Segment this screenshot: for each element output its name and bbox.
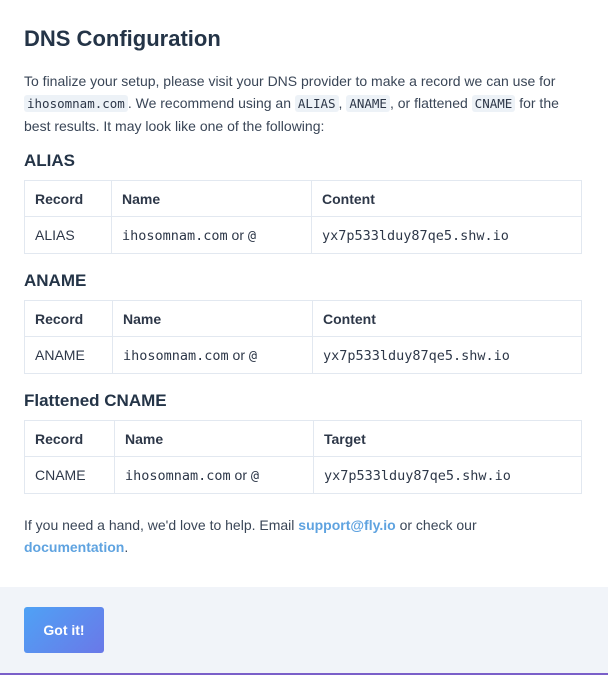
or-text: or [228,346,249,363]
column-header-target: Target [313,420,582,457]
aname-heading: ANAME [24,271,87,290]
at-symbol: @ [250,467,260,484]
content-value: yx7p533lduy87qe5.shw.io [322,227,509,244]
domain-code: ihosomnam.com [24,95,128,112]
content-cell: yx7p533lduy87qe5.shw.io [311,216,582,254]
column-header-record: Record [24,420,115,457]
column-header-name: Name [112,300,313,337]
aname-section: ANAME Record Name Content ANAME ihosomna… [24,271,584,374]
column-header-content: Content [312,300,582,337]
aname-table: Record Name Content ANAME ihosomnam.com … [24,300,582,374]
record-type-cell: ANAME [24,336,113,374]
alias-heading: ALIAS [24,151,75,170]
modal-content: DNS Configuration To finalize your setup… [0,0,608,558]
content-cell: yx7p533lduy87qe5.shw.io [312,336,582,374]
name-value: ihosomnam.com [123,347,229,364]
or-text: or [230,466,251,483]
table-header-row: Record Name Target [24,420,582,457]
support-email-link[interactable]: support@fly.io [298,517,395,533]
cname-code: CNAME [471,95,516,112]
record-type-cell: ALIAS [24,216,112,254]
cname-section: Flattened CNAME Record Name Target CNAME… [24,391,584,494]
content-value: yx7p533lduy87qe5.shw.io [323,347,510,364]
aname-code: ANAME [346,95,390,112]
table-header-row: Record Name Content [24,180,582,217]
documentation-link[interactable]: documentation [24,539,124,555]
name-cell: ihosomnam.com or @ [114,456,314,494]
column-header-record: Record [24,300,113,337]
name-value: ihosomnam.com [122,227,228,244]
alias-code: ALIAS [294,95,339,112]
record-type-cell: CNAME [24,456,115,494]
name-cell: ihosomnam.com or @ [112,336,313,374]
dns-configuration-modal: DNS Configuration To finalize your setup… [0,0,608,675]
intro-part-1: To finalize your setup, please visit you… [24,73,556,89]
got-it-button[interactable]: Got it! [24,607,104,653]
modal-footer: Got it! [0,587,608,673]
help-part-2: or check our [395,517,477,533]
intro-part-3: , or flattened [389,95,472,111]
page-title: DNS Configuration [24,26,221,51]
at-symbol: @ [247,227,257,244]
cname-table: Record Name Target CNAME ihosomnam.com o… [24,420,582,494]
intro-part-2: . We recommend using an [127,95,295,111]
alias-table: Record Name Content ALIAS ihosomnam.com … [24,180,582,254]
help-text: If you need a hand, we'd love to help. E… [24,514,584,558]
column-header-name: Name [111,180,312,217]
column-header-content: Content [311,180,582,217]
table-row: ANAME ihosomnam.com or @ yx7p533lduy87qe… [24,336,582,374]
column-header-record: Record [24,180,112,217]
or-text: or [227,226,248,243]
table-header-row: Record Name Content [24,300,582,337]
help-part-1: If you need a hand, we'd love to help. E… [24,517,299,533]
target-cell: yx7p533lduy87qe5.shw.io [313,456,582,494]
table-row: ALIAS ihosomnam.com or @ yx7p533lduy87qe… [24,216,582,254]
name-value: ihosomnam.com [125,467,231,484]
help-part-3: . [124,539,129,555]
name-cell: ihosomnam.com or @ [111,216,312,254]
column-header-name: Name [114,420,314,457]
at-symbol: @ [248,347,258,364]
table-row: CNAME ihosomnam.com or @ yx7p533lduy87qe… [24,456,582,494]
intro-text: To finalize your setup, please visit you… [24,70,584,137]
target-value: yx7p533lduy87qe5.shw.io [324,467,511,484]
alias-section: ALIAS Record Name Content ALIAS ihosomna… [24,151,584,254]
cname-heading: Flattened CNAME [24,391,167,410]
